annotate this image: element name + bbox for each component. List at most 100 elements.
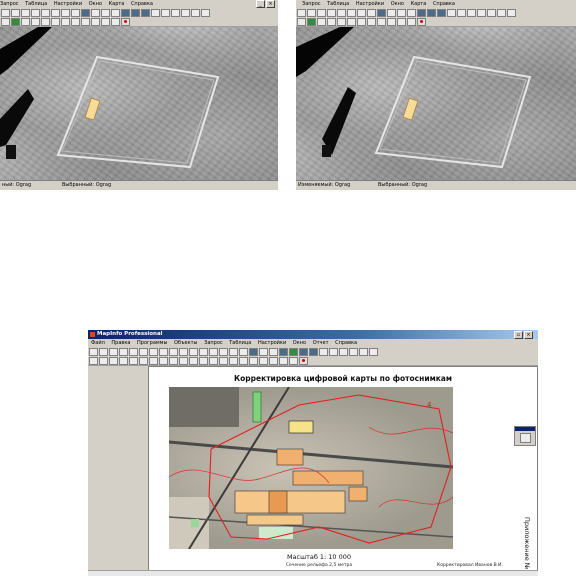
tool-button[interactable] <box>397 18 406 26</box>
print-button[interactable] <box>119 348 128 356</box>
tool-button[interactable] <box>317 9 326 17</box>
menu-item[interactable]: Запрос <box>0 1 19 7</box>
tool-button[interactable] <box>171 9 180 17</box>
menu-item[interactable]: Окно <box>89 1 102 7</box>
menu-item[interactable]: Запрос <box>302 1 321 7</box>
polygon-tool-button[interactable] <box>279 348 288 356</box>
menu-item[interactable]: Окно <box>391 1 404 7</box>
menu-item[interactable]: Справка <box>131 1 153 7</box>
tool-button[interactable] <box>191 9 200 17</box>
tool-button[interactable] <box>307 18 316 26</box>
record-button[interactable] <box>417 18 426 26</box>
tool-button[interactable] <box>229 357 238 365</box>
draw-tool-button[interactable] <box>81 9 90 17</box>
rect-tool-button[interactable] <box>437 9 446 17</box>
tool-button[interactable] <box>229 348 238 356</box>
menu-file[interactable]: Файл <box>91 340 105 346</box>
tool-button[interactable] <box>111 9 120 17</box>
tool-button[interactable] <box>297 18 306 26</box>
tool-button[interactable] <box>337 18 346 26</box>
polygon-tool-button[interactable] <box>417 9 426 17</box>
map-layout-canvas[interactable]: Корректировка цифровой карты по фотосним… <box>148 366 538 576</box>
tool-button[interactable] <box>31 9 40 17</box>
menu-item[interactable]: Таблица <box>25 1 47 7</box>
tool-button[interactable] <box>387 9 396 17</box>
tool-button[interactable] <box>91 18 100 26</box>
menu-table[interactable]: Таблица <box>229 340 251 346</box>
tool-button[interactable] <box>239 357 248 365</box>
tool-button[interactable] <box>61 18 70 26</box>
tool-button[interactable] <box>307 9 316 17</box>
draw-tool-button[interactable] <box>377 9 386 17</box>
tool-button[interactable] <box>101 18 110 26</box>
tool-button[interactable] <box>397 9 406 17</box>
copy-button[interactable] <box>139 348 148 356</box>
save-button[interactable] <box>109 348 118 356</box>
record-button[interactable] <box>121 18 130 26</box>
tool-button[interactable] <box>317 18 326 26</box>
tool-button[interactable] <box>179 348 188 356</box>
menu-window[interactable]: Окно <box>293 340 306 346</box>
tool-button[interactable] <box>21 9 30 17</box>
text-tool-button[interactable] <box>151 9 160 17</box>
tool-button[interactable] <box>219 357 228 365</box>
text-tool-button[interactable] <box>319 348 328 356</box>
tool-button[interactable] <box>239 348 248 356</box>
tool-button[interactable] <box>407 18 416 26</box>
line-tool-button[interactable] <box>249 348 258 356</box>
ellipse-tool-button[interactable] <box>131 9 140 17</box>
tool-button[interactable] <box>71 9 80 17</box>
polygon-tool-button[interactable] <box>121 9 130 17</box>
tool-button[interactable] <box>497 9 506 17</box>
menu-item[interactable]: Таблица <box>327 1 349 7</box>
tool-button[interactable] <box>61 9 70 17</box>
tool-button[interactable] <box>161 9 170 17</box>
tool-button[interactable] <box>179 357 188 365</box>
minimize-button[interactable]: _ <box>256 0 265 8</box>
record-button[interactable] <box>299 357 308 365</box>
tool-button[interactable] <box>159 357 168 365</box>
tool-button[interactable] <box>357 9 366 17</box>
polyline-tool-button[interactable] <box>259 348 268 356</box>
tool-button[interactable] <box>11 18 20 26</box>
tool-button[interactable] <box>347 9 356 17</box>
menu-objects[interactable]: Объекты <box>174 340 198 346</box>
tool-button[interactable] <box>377 18 386 26</box>
tool-button[interactable] <box>249 357 258 365</box>
tool-button[interactable] <box>189 348 198 356</box>
tool-button[interactable] <box>91 9 100 17</box>
tool-button[interactable] <box>327 18 336 26</box>
tool-button[interactable] <box>219 348 228 356</box>
undo-button[interactable] <box>159 348 168 356</box>
tool-button[interactable] <box>129 357 138 365</box>
tool-button[interactable] <box>339 348 348 356</box>
tool-button[interactable] <box>1 9 10 17</box>
tool-button[interactable] <box>169 348 178 356</box>
frame-tool-button[interactable] <box>329 348 338 356</box>
tool-button[interactable] <box>1 18 10 26</box>
tool-button[interactable] <box>209 357 218 365</box>
tool-button[interactable] <box>349 348 358 356</box>
tool-button[interactable] <box>31 18 40 26</box>
tool-button[interactable] <box>467 9 476 17</box>
rect-tool-button[interactable] <box>299 348 308 356</box>
tool-button[interactable] <box>337 9 346 17</box>
horizontal-scrollbar[interactable] <box>88 570 538 576</box>
text-tool-button[interactable] <box>447 9 456 17</box>
ellipse-tool-button[interactable] <box>289 348 298 356</box>
tool-button[interactable] <box>119 357 128 365</box>
menu-item[interactable]: Настройки <box>54 1 82 7</box>
palette-button[interactable] <box>520 433 531 443</box>
tool-button[interactable] <box>367 18 376 26</box>
select-arrow-button[interactable] <box>89 357 98 365</box>
tool-button[interactable] <box>99 357 108 365</box>
menu-item[interactable]: Карта <box>411 1 427 7</box>
menu-query[interactable]: Запрос <box>204 340 223 346</box>
rect-tool-button[interactable] <box>141 9 150 17</box>
menu-item[interactable]: Карта <box>109 1 125 7</box>
tool-button[interactable] <box>269 357 278 365</box>
tool-button[interactable] <box>487 9 496 17</box>
tool-button[interactable] <box>407 9 416 17</box>
tool-button[interactable] <box>51 9 60 17</box>
tool-button[interactable] <box>101 9 110 17</box>
